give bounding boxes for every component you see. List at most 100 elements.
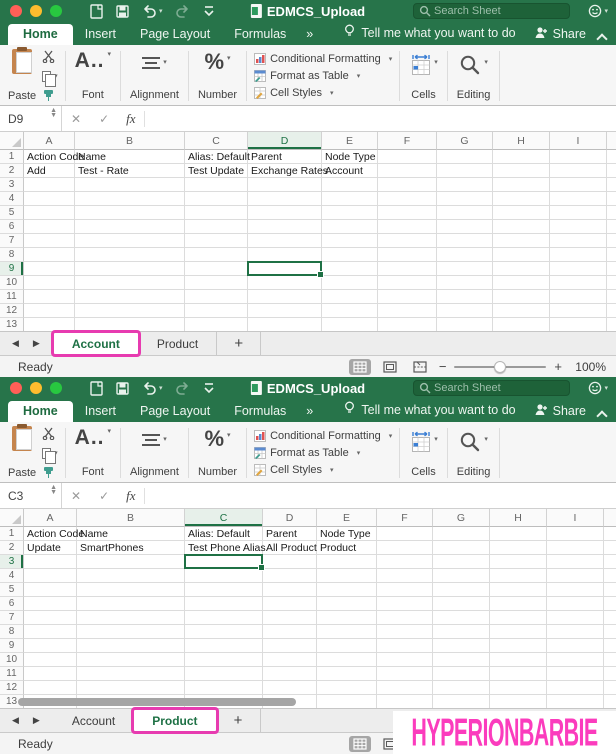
tab-home[interactable]: Home [8, 401, 73, 422]
normal-view-button[interactable] [348, 735, 371, 752]
cell-C6[interactable] [185, 597, 263, 611]
save-icon[interactable] [116, 4, 129, 18]
number-group-button[interactable]: % ▾ Number [196, 426, 239, 480]
column-header-I[interactable]: I [547, 509, 604, 527]
zoom-out-button[interactable]: − [439, 359, 447, 374]
cell-F11[interactable] [378, 290, 437, 304]
cell-D5[interactable] [248, 206, 322, 220]
undo-icon[interactable]: ▾ [142, 4, 163, 18]
cell-D7[interactable] [248, 234, 322, 248]
cell-F6[interactable] [378, 220, 437, 234]
cell-G13[interactable] [437, 318, 493, 331]
cell-F10[interactable] [378, 276, 437, 290]
cell-B4[interactable] [77, 569, 185, 583]
cell-A3[interactable] [24, 555, 77, 569]
column-header-E[interactable]: E [322, 132, 378, 150]
alignment-group-button[interactable]: ▾ Alignment [128, 426, 181, 480]
cell-A11[interactable] [24, 290, 75, 304]
cell-A6[interactable] [24, 597, 77, 611]
cell-H5[interactable] [490, 583, 547, 597]
row-header-7[interactable]: 7 [0, 234, 24, 248]
column-header-G[interactable]: G [437, 132, 493, 150]
cell-B6[interactable] [75, 220, 185, 234]
cell-A6[interactable] [24, 220, 75, 234]
cell-H6[interactable] [493, 220, 550, 234]
share-button[interactable]: Share [516, 26, 596, 45]
cell-C5[interactable] [185, 206, 248, 220]
cell-A10[interactable] [24, 653, 77, 667]
cell-E9[interactable] [317, 639, 377, 653]
cell-B12[interactable] [75, 304, 185, 318]
format-as-table-button[interactable]: Format as Table ▾ [254, 445, 392, 460]
cell-C12[interactable] [185, 681, 263, 695]
cell-I8[interactable] [547, 625, 604, 639]
page-break-view-button[interactable] [409, 359, 431, 375]
sheet-tab-account[interactable]: Account [50, 330, 141, 357]
confirm-entry-icon[interactable]: ✓ [90, 489, 118, 503]
select-all-corner[interactable] [0, 132, 24, 150]
cell-A8[interactable] [24, 625, 77, 639]
cell-B10[interactable] [77, 653, 185, 667]
row-header-3[interactable]: 3 [0, 178, 24, 192]
cell-G8[interactable] [437, 248, 493, 262]
row-header-7[interactable]: 7 [0, 611, 24, 625]
cell-E6[interactable] [317, 597, 377, 611]
cell-F1[interactable] [377, 527, 433, 541]
cell-H12[interactable] [490, 681, 547, 695]
cell-H13[interactable] [490, 695, 547, 708]
cell-I7[interactable] [547, 611, 604, 625]
row-header-4[interactable]: 4 [0, 569, 24, 583]
cell-I11[interactable] [550, 290, 607, 304]
cell-I1[interactable] [550, 150, 607, 164]
row-header-1[interactable]: 1 [0, 150, 24, 164]
row-header-5[interactable]: 5 [0, 583, 24, 597]
horizontal-scrollbar-thumb[interactable] [18, 698, 296, 706]
cell-I2[interactable] [547, 541, 604, 555]
cell-F12[interactable] [377, 681, 433, 695]
cell-E10[interactable] [317, 653, 377, 667]
format-painter-button[interactable] [42, 89, 58, 102]
cell-F13[interactable] [377, 695, 433, 708]
column-header-D[interactable]: D [263, 509, 317, 527]
editing-group-button[interactable]: ▾ Editing [455, 426, 493, 480]
cell-E1[interactable]: Node Type [317, 527, 377, 541]
cell-C7[interactable] [185, 234, 248, 248]
name-box[interactable]: D9 ▲ ▼ [0, 106, 62, 131]
cell-B3[interactable] [75, 178, 185, 192]
cell-C13[interactable] [185, 318, 248, 331]
cell-E5[interactable] [317, 583, 377, 597]
cell-C9[interactable] [185, 262, 248, 276]
cell-H10[interactable] [493, 276, 550, 290]
cell-E8[interactable] [322, 248, 378, 262]
cell-E1[interactable]: Node Type [322, 150, 378, 164]
cell-I11[interactable] [547, 667, 604, 681]
tab-formulas[interactable]: Formulas [222, 401, 298, 422]
cell-B13[interactable] [75, 318, 185, 331]
cell-F8[interactable] [378, 248, 437, 262]
cell-A1[interactable]: Action Code [24, 527, 84, 541]
cell-E3[interactable] [317, 555, 377, 569]
cell-styles-button[interactable]: Cell Styles ▾ [254, 85, 392, 100]
cell-I10[interactable] [550, 276, 607, 290]
sheet-tab-product[interactable]: Product [139, 332, 218, 355]
cell-B1[interactable]: Name [77, 527, 185, 541]
cell-D6[interactable] [248, 220, 322, 234]
cell-D10[interactable] [263, 653, 317, 667]
cell-F3[interactable] [378, 178, 437, 192]
column-header-H[interactable]: H [493, 132, 550, 150]
row-header-6[interactable]: 6 [0, 597, 24, 611]
cell-A12[interactable] [24, 681, 77, 695]
cell-C8[interactable] [185, 625, 263, 639]
row-header-10[interactable]: 10 [0, 276, 24, 290]
cell-D12[interactable] [248, 304, 322, 318]
cell-G11[interactable] [437, 290, 493, 304]
cell-C3[interactable] [185, 178, 248, 192]
cell-I4[interactable] [547, 569, 604, 583]
cell-H4[interactable] [490, 569, 547, 583]
row-header-4[interactable]: 4 [0, 192, 24, 206]
cell-F8[interactable] [377, 625, 433, 639]
redo-icon[interactable] [175, 381, 190, 395]
cell-C1[interactable]: Alias: Default [185, 527, 263, 541]
cell-A2[interactable]: Update [24, 541, 77, 555]
cell-G6[interactable] [433, 597, 490, 611]
